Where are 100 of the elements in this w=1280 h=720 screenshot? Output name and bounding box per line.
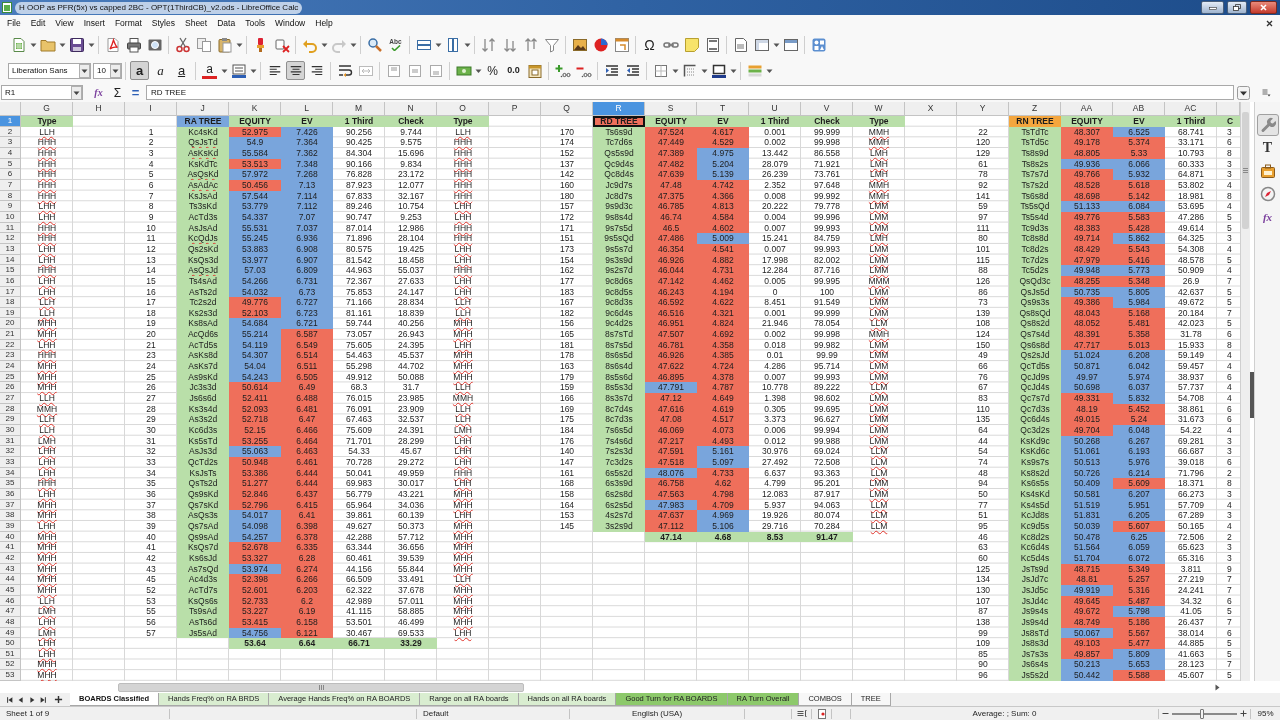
spreadsheet-cell[interactable]: 9.575 [385,137,437,148]
spreadsheet-cell[interactable]: 48.076 [645,467,697,479]
spreadsheet-cell[interactable]: 158 [541,488,593,500]
spreadsheet-cell[interactable]: 161 [541,467,593,479]
save-icon[interactable] [68,37,85,53]
spreadsheet-cell[interactable]: 50.726 [1061,467,1113,479]
spreadsheet-cell[interactable]: 99.998 [801,329,853,340]
spreadsheet-cell[interactable]: 55.844 [385,563,437,575]
spreadsheet-cell[interactable]: 59.149 [1165,350,1217,362]
spreadsheet-cell[interactable]: MHH [437,520,489,532]
spreadsheet-cell[interactable]: 40.256 [385,318,437,330]
spreadsheet-cell[interactable]: 4 [1217,201,1240,212]
spreadsheet-cell[interactable]: 4 [1217,520,1240,532]
clear-formatting-icon[interactable] [273,37,290,53]
spreadsheet-cell[interactable]: LHH [21,339,73,351]
spreadsheet-cell[interactable]: 6.908 [281,243,333,255]
caret-icon[interactable] [463,41,471,49]
spreadsheet-cell[interactable]: Kc6d4s [1009,542,1061,553]
spreadsheet-cell[interactable]: 135 [957,414,1009,426]
spreadsheet-cell[interactable]: 4 [1217,350,1240,362]
spreadsheet-cell[interactable]: LHH [21,286,73,298]
spreadsheet-cell[interactable]: 5.583 [1113,211,1165,223]
spreadsheet-cell[interactable]: LLH [21,595,73,607]
spreadsheet-cell[interactable]: 6.936 [281,233,333,244]
spreadsheet-cell[interactable]: 5.013 [1113,339,1165,351]
spreadsheet-cell[interactable]: AsTs2d [177,286,229,298]
function-wizard-button[interactable]: fx [90,87,107,98]
pivot-table-icon[interactable] [613,37,630,53]
spreadsheet-cell[interactable]: TsTdTc [1009,126,1061,138]
spreadsheet-cell[interactable]: LHH [437,254,489,266]
spreadsheet-cell[interactable]: HHH [437,222,489,234]
spreadsheet-cell[interactable]: 5.477 [1113,638,1165,649]
spreadsheet-cell[interactable]: 6.072 [1113,552,1165,564]
spreadsheet-cell[interactable]: LMM [853,243,905,255]
spreadsheet-cell[interactable]: 47.12 [645,393,697,404]
spreadsheet-cell[interactable]: 163 [541,361,593,372]
spreadsheet-cell[interactable]: 67.463 [333,414,385,426]
spreadsheet-cell[interactable]: Qc7s7d [1009,393,1061,404]
spreadsheet-cell[interactable]: 5.416 [1113,254,1165,266]
spreadsheet-cell[interactable]: 6.203 [281,584,333,596]
spreadsheet-cell[interactable]: 4.824 [697,318,749,330]
spreadsheet-cell[interactable]: 5.168 [1113,307,1165,319]
spreadsheet-cell[interactable]: 49.776 [1061,211,1113,223]
spreadsheet-cell[interactable]: 46.926 [645,350,697,362]
spreadsheet-cell[interactable]: 100 [801,286,853,298]
spreadsheet-cell[interactable]: 5 [1217,211,1240,223]
spreadsheet-cell[interactable]: QsJsTd [177,137,229,148]
spreadsheet-cell[interactable]: 29 [125,414,177,426]
next-sheet-icon[interactable] [27,695,36,704]
spreadsheet-cell[interactable]: 30.467 [333,627,385,639]
spreadsheet-cell[interactable]: 3 [1217,542,1240,553]
spreadsheet-cell[interactable]: 47.112 [645,520,697,532]
spreadsheet-cell[interactable]: 6 [1217,371,1240,383]
spreadsheet-cell[interactable]: 6.809 [281,265,333,276]
spreadsheet-cell[interactable]: 34 [125,467,177,479]
menu-item[interactable]: Insert [79,17,109,30]
spreadsheet-cell[interactable]: 26.239 [749,169,801,180]
spreadsheet-cell[interactable]: 69.533 [385,627,437,639]
spreadsheet-cell[interactable]: MMH [853,126,905,138]
spreadsheet-cell[interactable]: 157 [541,201,593,212]
heading-cell[interactable]: Check [801,116,853,127]
special-character-button[interactable]: Ω [639,36,660,54]
previous-sheet-icon[interactable] [16,695,25,704]
spreadsheet-cell[interactable]: 50.614 [229,382,281,394]
spreadsheet-cell[interactable]: 85 [957,648,1009,660]
spreadsheet-cell[interactable]: 48 [957,467,1009,479]
printer-icon[interactable] [125,37,142,53]
spreadsheet-cell[interactable]: LLM [853,467,905,479]
spreadsheet-cell[interactable]: 5 [125,169,177,180]
spreadsheet-cell[interactable]: 0.01 [749,350,801,362]
spreadsheet-cell[interactable]: 4.731 [697,265,749,276]
spreadsheet-cell[interactable]: 49 [957,350,1009,362]
spreadsheet-cell[interactable]: 43.221 [385,488,437,500]
zoom-slider-thumb[interactable] [1199,708,1204,719]
spreadsheet-cell[interactable]: LHH [437,286,489,298]
spreadsheet-cell[interactable]: 2 [1217,531,1240,543]
spreadsheet-cell[interactable]: 51.564 [1061,542,1113,553]
heading-cell[interactable]: EQUITY [1061,116,1113,127]
spreadsheet-cell[interactable]: 8s6s4d [593,361,645,372]
spreadsheet-cell[interactable]: 125 [957,563,1009,575]
spreadsheet-cell[interactable]: As7sQd [177,563,229,575]
spreadsheet-cell[interactable]: 31.7 [385,382,437,394]
spreadsheet-cell[interactable]: 6.461 [281,457,333,468]
spreadsheet-cell[interactable]: 4 [1217,393,1240,404]
spreadsheet-cell[interactable]: 10.793 [1165,147,1217,159]
spreadsheet-cell[interactable]: 6.723 [281,307,333,319]
spreadsheet-cell[interactable]: 175 [541,414,593,426]
name-box[interactable]: R1 [1,85,83,100]
spreadsheet-cell[interactable]: 18 [125,307,177,319]
spreadsheet-cell[interactable]: 12.986 [385,222,437,234]
spreadsheet-cell[interactable]: 5.609 [1113,478,1165,489]
spreadsheet-cell[interactable]: 87.014 [333,222,385,234]
spreadsheet-cell[interactable]: LHH [437,510,489,521]
column-header[interactable]: W [853,102,905,116]
spreadsheet-cell[interactable]: 24.391 [385,425,437,436]
border-style-icon[interactable] [681,62,698,79]
font-color-button[interactable]: a [202,62,217,79]
spreadsheet-cell[interactable]: 4.073 [697,425,749,436]
spreadsheet-cell[interactable]: 52.975 [229,126,281,138]
caret-icon[interactable] [320,41,328,49]
